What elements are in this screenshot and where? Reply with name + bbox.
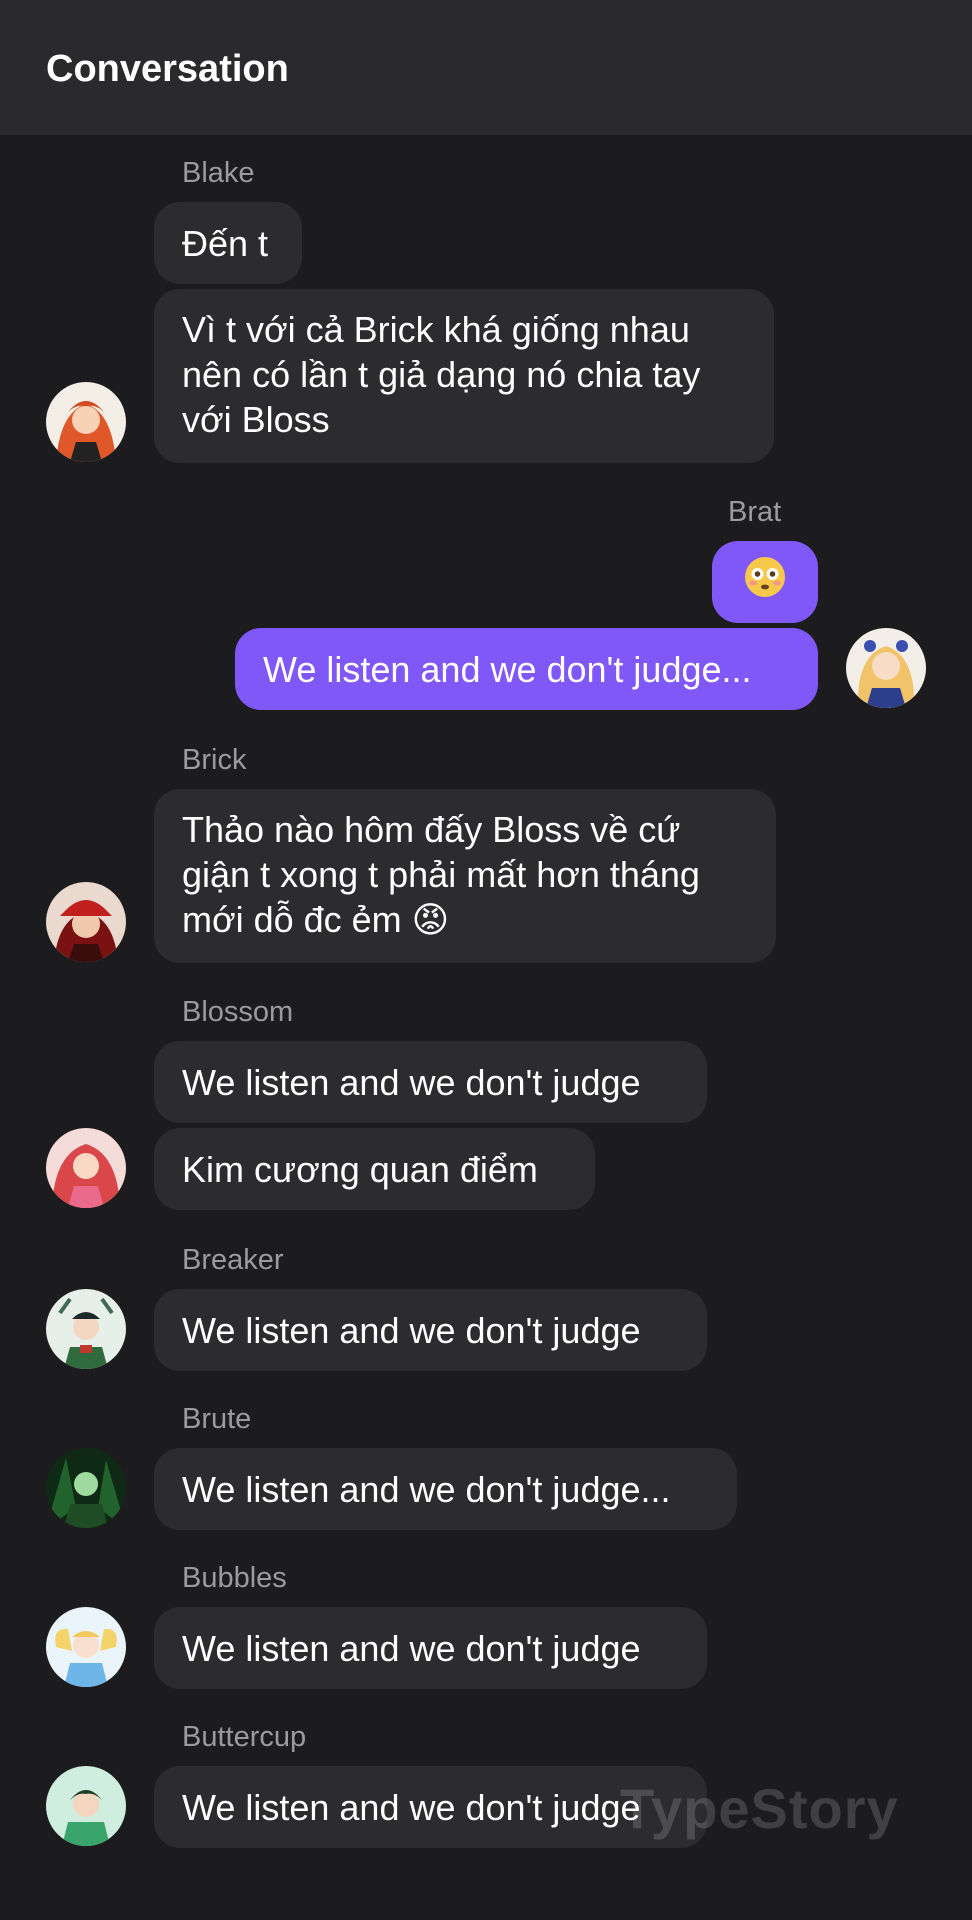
message-bubble-mine[interactable]: We listen and we don't judge... <box>235 628 818 710</box>
message-bubble[interactable]: We listen and we don't judge <box>154 1289 707 1371</box>
sender-name-bubbles: Bubbles <box>182 1562 287 1594</box>
message-bubble[interactable]: We listen and we don't judge <box>154 1607 707 1689</box>
breaker-avatar[interactable] <box>46 1289 126 1369</box>
sender-name-brick: Brick <box>182 744 247 776</box>
message-text: We listen and we don't judge <box>182 1061 641 1103</box>
message-text: Thảo nào hôm đấy Bloss về cứ giận t xong… <box>182 809 700 940</box>
sender-name-buttercup: Buttercup <box>182 1721 307 1753</box>
conversation-header: Conversation <box>0 0 972 135</box>
brick-avatar[interactable] <box>46 882 126 962</box>
message-bubble[interactable]: We listen and we don't judge... <box>154 1448 737 1530</box>
sender-name-brute: Brute <box>182 1403 252 1435</box>
page-title: Conversation <box>46 48 289 90</box>
sender-name-breaker: Breaker <box>182 1244 284 1276</box>
sender-name-brat: Brat <box>728 496 782 528</box>
message-text: We listen and we don't judge <box>182 1786 641 1828</box>
message-bubble[interactable]: Vì t với cả Brick khá giống nhau nên có … <box>154 289 774 463</box>
flushed-face-icon <box>743 555 787 609</box>
brute-avatar[interactable] <box>46 1448 126 1528</box>
message-text: We listen and we don't judge... <box>182 1468 671 1510</box>
bubbles-avatar[interactable] <box>46 1607 126 1687</box>
message-bubble[interactable]: We listen and we don't judge <box>154 1041 707 1123</box>
message-text: Đến t <box>182 222 269 264</box>
message-text: We listen and we don't judge... <box>263 648 752 690</box>
message-text: We listen and we don't judge <box>182 1309 641 1351</box>
message-text: Vì t với cả Brick khá giống nhau nên có … <box>182 309 701 440</box>
message-text: We listen and we don't judge <box>182 1627 641 1669</box>
message-bubble[interactable]: We listen and we don't judge <box>154 1766 707 1848</box>
sender-name-blossom: Blossom <box>182 996 294 1028</box>
message-bubble[interactable]: Kim cương quan điểm <box>154 1128 595 1210</box>
blake-avatar[interactable] <box>46 382 126 462</box>
buttercup-avatar[interactable] <box>46 1766 126 1846</box>
sender-name-blake: Blake <box>182 157 255 189</box>
message-bubble[interactable]: Thảo nào hôm đấy Bloss về cứ giận t xong… <box>154 789 776 963</box>
blossom-avatar[interactable] <box>46 1128 126 1208</box>
message-bubble[interactable]: Đến t <box>154 202 302 284</box>
message-bubble-mine[interactable] <box>712 541 818 623</box>
brat-avatar[interactable] <box>846 628 926 708</box>
message-text: Kim cương quan điểm <box>182 1148 538 1190</box>
